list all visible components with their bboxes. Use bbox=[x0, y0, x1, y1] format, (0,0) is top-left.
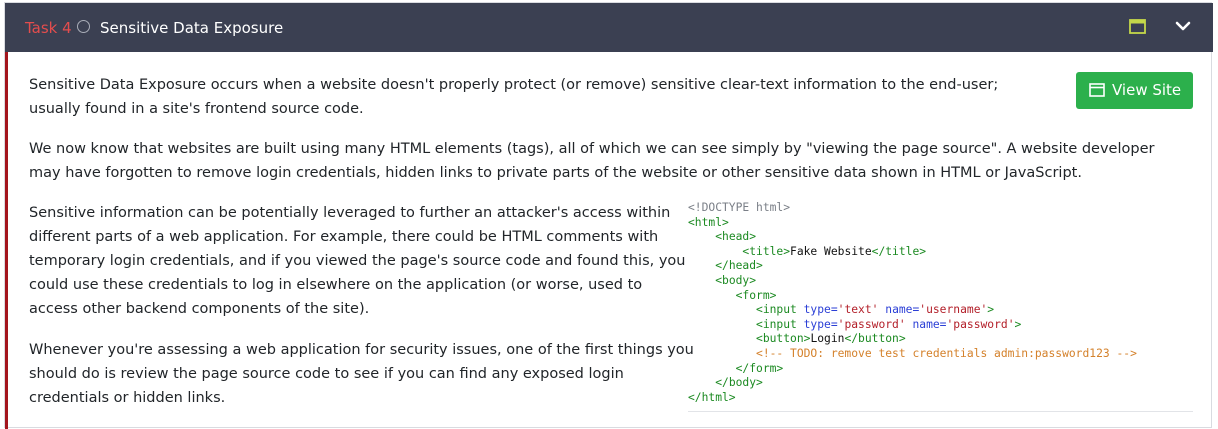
code-line: <form> bbox=[735, 288, 777, 302]
paragraph-intro: Sensitive Data Exposure occurs when a we… bbox=[29, 77, 999, 117]
view-site-label: View Site bbox=[1112, 81, 1182, 99]
code-line: <html> bbox=[688, 215, 729, 229]
task-title: Sensitive Data Exposure bbox=[100, 19, 284, 37]
chevron-down-icon[interactable] bbox=[1175, 19, 1191, 37]
task-header[interactable]: Task 4 Sensitive Data Exposure bbox=[5, 3, 1213, 52]
code-line: <input type='password' name='password'> bbox=[756, 317, 1022, 331]
code-line: <title>Fake Website</title> bbox=[742, 244, 927, 258]
code-line: </body> bbox=[715, 376, 763, 390]
code-line: </head> bbox=[715, 259, 763, 273]
paragraph-html-elements: We now know that websites are built usin… bbox=[29, 141, 1155, 181]
code-line: </html> bbox=[688, 390, 736, 404]
code-line: <!DOCTYPE html> bbox=[688, 201, 791, 214]
code-block: <!DOCTYPE html> <html> <head> <title>Fake… bbox=[688, 201, 1193, 412]
task-status-circle-icon bbox=[77, 20, 90, 33]
code-line: </form> bbox=[735, 361, 784, 375]
paragraph-assessing: Whenever you're assessing a web applicat… bbox=[29, 342, 694, 406]
paragraph-leverage: Sensitive information can be potentially… bbox=[29, 205, 686, 317]
code-line: <button>Login</button> bbox=[756, 332, 906, 346]
code-line: <!-- TODO: remove test credentials admin… bbox=[756, 346, 1137, 360]
task-number: Task 4 bbox=[25, 19, 72, 37]
task-body: Sensitive Data Exposure occurs when a we… bbox=[5, 52, 1213, 429]
task-card: Task 4 Sensitive Data Exposure Sensitive… bbox=[4, 2, 1213, 429]
window-icon bbox=[1089, 83, 1105, 101]
code-line: <input type='text' name='username'> bbox=[756, 303, 995, 317]
code-line: <body> bbox=[715, 273, 757, 287]
split-view-icon[interactable] bbox=[1129, 19, 1146, 39]
view-site-button[interactable]: View Site bbox=[1076, 72, 1193, 109]
code-line: <head> bbox=[715, 230, 757, 244]
